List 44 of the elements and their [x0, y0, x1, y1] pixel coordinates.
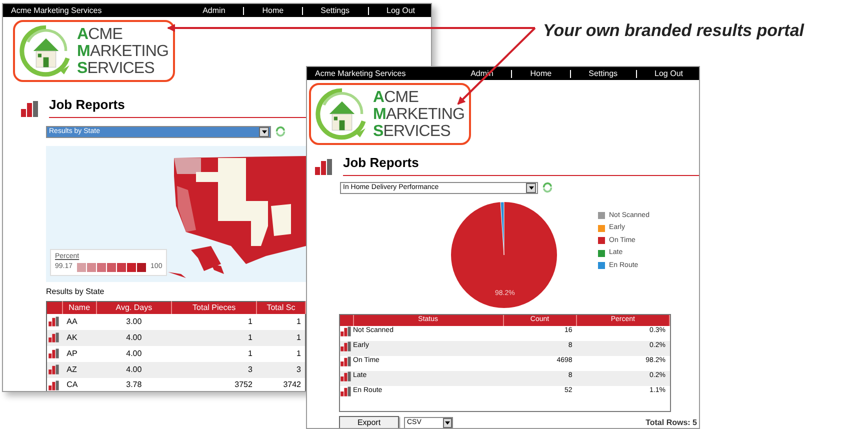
table-cell: 4.00: [96, 330, 172, 346]
nav-link[interactable]: Settings: [320, 4, 350, 16]
table-title: Results by State: [45, 286, 106, 298]
page-heading: Job Reports: [343, 153, 699, 176]
nav-link[interactable]: Log Out: [386, 4, 415, 16]
table-cell: 3.78: [96, 378, 172, 391]
bar-chart-icon: [313, 158, 335, 176]
logo-text: SERVICES: [77, 60, 156, 76]
logo-text: ACME: [373, 88, 420, 106]
export-button[interactable]: Export: [339, 416, 399, 428]
table-cell: 3: [256, 362, 306, 378]
callout-text: Your own branded results portal: [543, 20, 804, 42]
nav-link[interactable]: Log Out: [654, 68, 683, 80]
dropdown-caret-icon[interactable]: [259, 126, 269, 136]
total-rows: Total Rows: 5: [646, 417, 697, 428]
table-cell: 3752: [172, 378, 256, 391]
bar-chart-icon: [340, 370, 352, 382]
nav-link[interactable]: Admin: [202, 4, 226, 16]
table-cell: AZ: [62, 362, 96, 378]
dropdown-caret-icon[interactable]: [443, 418, 452, 428]
bar-chart-icon: [340, 340, 352, 352]
table-cell: 1: [256, 314, 306, 330]
color-scale: [76, 262, 147, 272]
dropdown-caret-icon[interactable]: [526, 182, 536, 192]
table-cell: 3: [172, 362, 256, 378]
logo-text: MARKETING: [77, 42, 169, 60]
table-cell: 1: [256, 330, 306, 346]
nav-link[interactable]: Home: [262, 4, 284, 16]
table-cell: 4.00: [96, 362, 172, 378]
app-title: Acme Marketing Services: [11, 4, 102, 16]
table-cell: CA: [62, 378, 96, 391]
nav-link[interactable]: Settings: [588, 68, 618, 80]
logo-text: ACME: [77, 26, 124, 42]
table-cell: 1: [256, 346, 306, 362]
table-cell: AK: [62, 330, 96, 346]
logo-text: SERVICES: [373, 122, 452, 140]
table-cell: 1: [172, 330, 256, 346]
table-cell: 3742: [256, 378, 306, 391]
app-title: Acme Marketing Services: [315, 68, 406, 80]
bar-chart-icon: [340, 356, 352, 366]
bar-chart-icon: [340, 386, 352, 396]
nav-link[interactable]: Home: [530, 68, 552, 80]
bar-chart-icon: [19, 100, 41, 118]
logo-text: MARKETING: [373, 106, 465, 122]
